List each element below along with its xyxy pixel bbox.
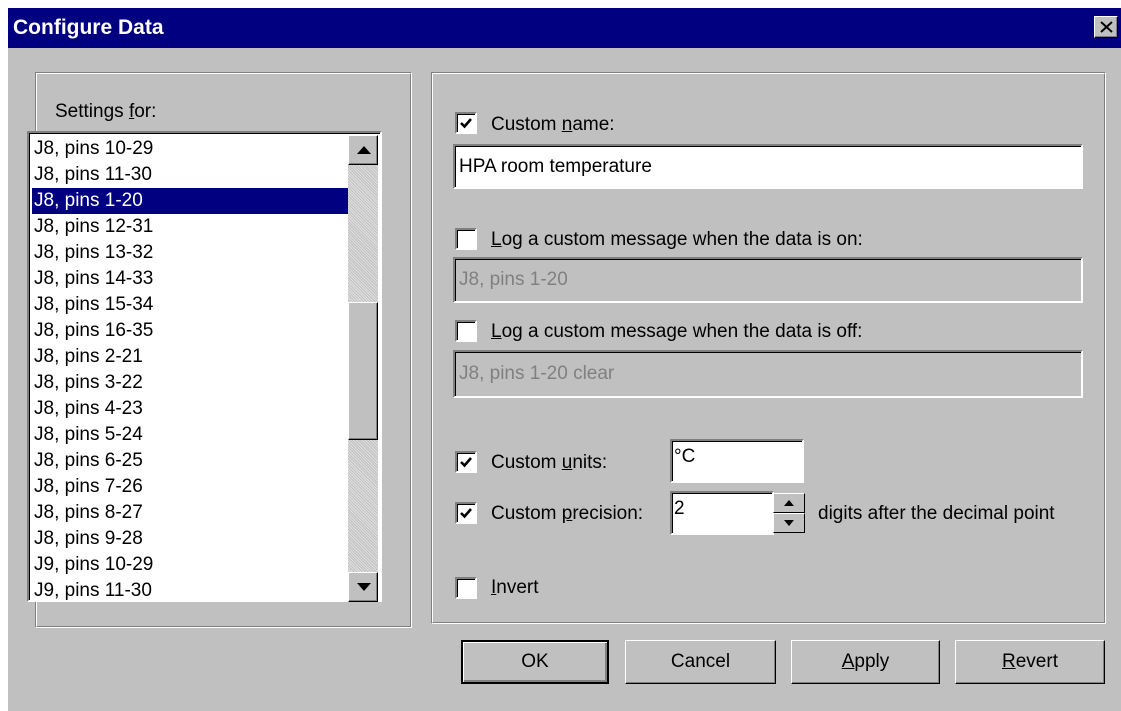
custom-precision-checkbox[interactable] bbox=[455, 502, 477, 524]
window-title: Configure Data bbox=[13, 16, 164, 39]
list-item[interactable]: J8, pins 8-27 bbox=[32, 500, 354, 526]
list-item[interactable]: J9, pins 10-29 bbox=[32, 552, 354, 578]
list-item[interactable]: J8, pins 3-22 bbox=[32, 370, 354, 396]
list-item[interactable]: J8, pins 11-30 bbox=[32, 162, 354, 188]
list-item[interactable]: J8, pins 2-21 bbox=[32, 344, 354, 370]
log-on-label[interactable]: Log a custom message when the data is on… bbox=[491, 229, 863, 251]
checkmark-icon bbox=[460, 508, 472, 519]
custom-units-checkbox[interactable] bbox=[455, 451, 477, 473]
custom-name-checkbox[interactable] bbox=[455, 112, 477, 134]
custom-name-input[interactable]: HPA room temperature bbox=[453, 144, 1083, 189]
checkmark-icon bbox=[460, 457, 472, 468]
list-item[interactable]: J8, pins 9-28 bbox=[32, 526, 354, 552]
custom-units-label[interactable]: Custom units: bbox=[491, 452, 607, 474]
settings-for-label: Settings for: bbox=[55, 101, 157, 122]
custom-precision-input[interactable]: 2 bbox=[670, 491, 774, 535]
list-item[interactable]: J8, pins 1-20 bbox=[32, 188, 354, 214]
settings-list-items[interactable]: J8, pins 10-29 J8, pins 11-30 J8, pins 1-2… bbox=[32, 136, 354, 601]
scroll-up-button[interactable] bbox=[348, 135, 378, 165]
close-button[interactable] bbox=[1094, 16, 1118, 38]
log-off-message-input: J8, pins 1-20 clear bbox=[453, 350, 1083, 398]
checkmark-icon bbox=[460, 118, 472, 129]
list-item[interactable]: J8, pins 10-29 bbox=[32, 136, 354, 162]
list-item[interactable]: J8, pins 5-24 bbox=[32, 422, 354, 448]
spin-down-button[interactable] bbox=[773, 513, 805, 533]
log-off-checkbox[interactable] bbox=[455, 320, 477, 342]
spin-down-arrow-icon bbox=[784, 520, 794, 526]
list-item[interactable]: J9, pins 11-30 bbox=[32, 578, 354, 601]
invert-label[interactable]: Invert bbox=[491, 577, 539, 599]
list-scrollbar[interactable] bbox=[348, 135, 378, 602]
custom-units-value: °C bbox=[674, 446, 696, 467]
precision-suffix-label: digits after the decimal point bbox=[818, 503, 1055, 524]
list-item[interactable]: J8, pins 4-23 bbox=[32, 396, 354, 422]
ok-button[interactable]: OK bbox=[461, 640, 609, 684]
list-item[interactable]: J8, pins 7-26 bbox=[32, 474, 354, 500]
scroll-down-arrow-icon bbox=[357, 583, 371, 591]
cancel-button[interactable]: Cancel bbox=[625, 640, 776, 684]
invert-checkbox[interactable] bbox=[455, 577, 477, 599]
list-item[interactable]: J8, pins 14-33 bbox=[32, 266, 354, 292]
spin-up-button[interactable] bbox=[773, 493, 805, 513]
close-icon bbox=[1100, 21, 1113, 33]
log-on-message-input: J8, pins 1-20 bbox=[453, 257, 1083, 303]
precision-spinner[interactable] bbox=[773, 493, 805, 533]
log-on-message-value: J8, pins 1-20 bbox=[459, 269, 568, 290]
log-on-checkbox[interactable] bbox=[455, 228, 477, 250]
log-off-message-value: J8, pins 1-20 clear bbox=[459, 363, 615, 384]
custom-precision-label[interactable]: Custom precision: bbox=[491, 503, 643, 525]
scroll-down-button[interactable] bbox=[348, 572, 378, 602]
custom-name-value: HPA room temperature bbox=[459, 155, 652, 177]
title-bar[interactable]: Configure Data bbox=[8, 8, 1121, 48]
apply-button[interactable]: Apply bbox=[791, 640, 940, 684]
scroll-thumb[interactable] bbox=[348, 302, 378, 440]
custom-name-label[interactable]: Custom name: bbox=[491, 114, 615, 136]
revert-button[interactable]: Revert bbox=[955, 640, 1105, 684]
custom-precision-value: 2 bbox=[674, 498, 685, 519]
log-off-label[interactable]: Log a custom message when the data is of… bbox=[491, 321, 862, 343]
list-item[interactable]: J8, pins 16-35 bbox=[32, 318, 354, 344]
list-item[interactable]: J8, pins 15-34 bbox=[32, 292, 354, 318]
settings-listbox[interactable]: J8, pins 10-29 J8, pins 11-30 J8, pins 1-2… bbox=[27, 131, 382, 602]
list-item[interactable]: J8, pins 6-25 bbox=[32, 448, 354, 474]
list-item[interactable]: J8, pins 12-31 bbox=[32, 214, 354, 240]
list-item[interactable]: J8, pins 13-32 bbox=[32, 240, 354, 266]
scroll-up-arrow-icon bbox=[357, 146, 371, 154]
custom-units-input[interactable]: °C bbox=[670, 439, 804, 483]
spin-up-arrow-icon bbox=[784, 500, 794, 506]
